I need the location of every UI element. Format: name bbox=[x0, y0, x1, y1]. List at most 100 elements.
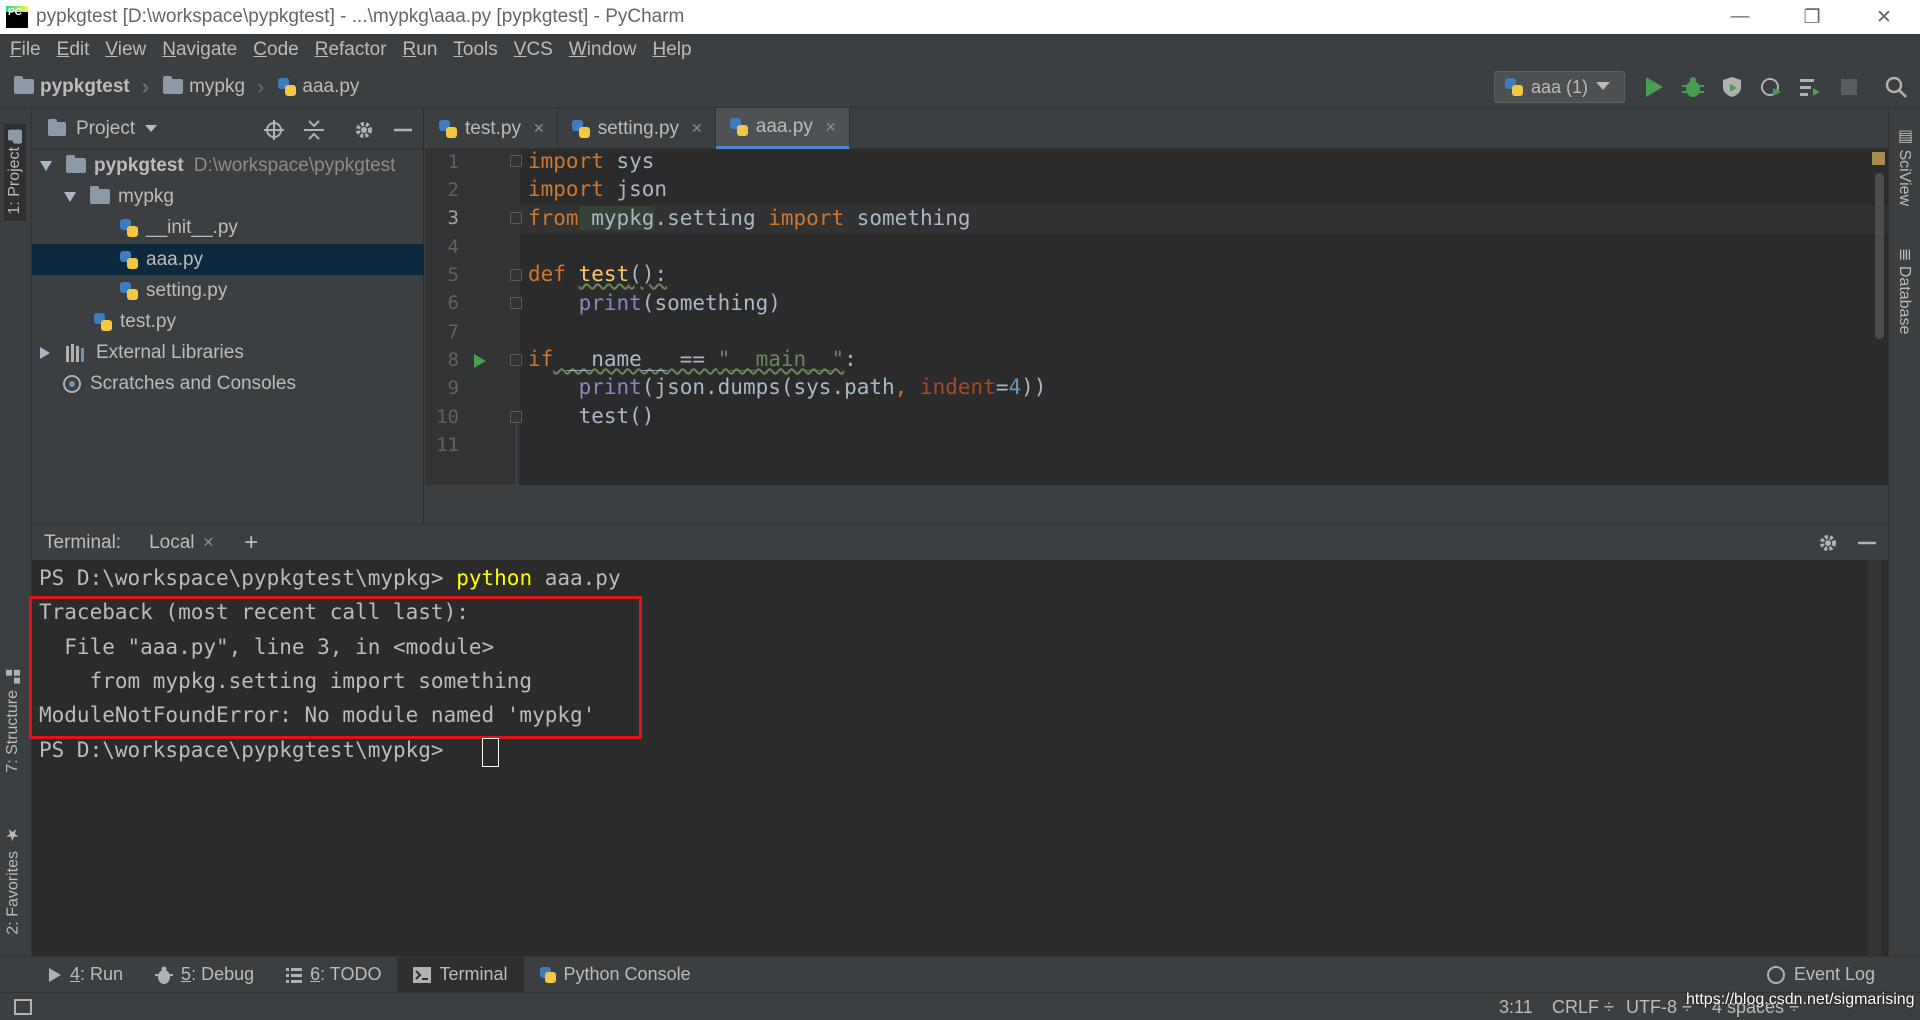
terminal-tab-local[interactable]: Local bbox=[149, 532, 194, 554]
tool-tab-todo[interactable]: 6: TODO bbox=[270, 957, 397, 993]
python-icon bbox=[1505, 78, 1523, 96]
line-number: 4 bbox=[447, 236, 459, 258]
tool-tab-sciview[interactable]: ▤ SciView bbox=[1895, 126, 1914, 206]
menu-edit[interactable]: Edit bbox=[49, 39, 98, 61]
menu-window[interactable]: Window bbox=[561, 39, 645, 61]
collapse-all-icon[interactable] bbox=[304, 120, 324, 140]
tree-item-label: setting.py bbox=[146, 279, 228, 301]
tree-item-setting-py[interactable]: setting.py bbox=[32, 275, 424, 306]
folder-icon bbox=[8, 130, 22, 141]
profile-button[interactable] bbox=[1759, 75, 1783, 99]
minimize-button[interactable]: — bbox=[1704, 0, 1776, 34]
fold-marker-icon[interactable] bbox=[510, 212, 522, 224]
code-editor[interactable]: 1 2 3 4 5 6 7 8 9 10 11 import sys impor… bbox=[425, 149, 1888, 485]
fold-marker-icon[interactable] bbox=[510, 354, 522, 366]
fold-marker-icon[interactable] bbox=[510, 155, 522, 167]
line-number: 7 bbox=[447, 321, 459, 343]
close-tab-icon[interactable]: ✕ bbox=[203, 534, 215, 551]
gear-icon[interactable] bbox=[1818, 533, 1838, 553]
menu-file[interactable]: File bbox=[2, 39, 49, 61]
terminal-header: Terminal: Local ✕ + bbox=[32, 524, 1888, 560]
editor-tab-setting-py[interactable]: setting.py ✕ bbox=[558, 108, 716, 149]
python-file-icon bbox=[120, 281, 138, 300]
breadcrumb-separator-icon: › bbox=[141, 73, 150, 99]
run-with-coverage-button[interactable] bbox=[1720, 75, 1744, 99]
editor-tab-aaa-py[interactable]: aaa.py ✕ bbox=[715, 108, 850, 149]
search-everywhere-button[interactable] bbox=[1884, 75, 1908, 99]
tree-item-aaa-py[interactable]: aaa.py bbox=[32, 244, 424, 275]
folder-icon bbox=[14, 76, 34, 94]
tool-tab-favorites[interactable]: 2: Favorites ★ bbox=[4, 826, 23, 935]
tool-tab-structure[interactable]: 7: Structure bbox=[4, 670, 22, 773]
breadcrumb-file[interactable]: aaa.py bbox=[264, 76, 359, 98]
menu-navigate[interactable]: Navigate bbox=[154, 39, 245, 61]
project-panel: Project pypkgtest D:\workspace\pypkgtest… bbox=[32, 108, 424, 524]
breadcrumb-project[interactable]: pypkgtest › bbox=[0, 74, 149, 100]
stop-icon bbox=[1841, 79, 1857, 95]
editor-tab-test-py[interactable]: test.py ✕ bbox=[425, 108, 558, 149]
tool-tab-python-console[interactable]: Python Console bbox=[524, 957, 707, 993]
tree-item-scratches[interactable]: Scratches and Consoles bbox=[32, 368, 424, 399]
menu-view[interactable]: View bbox=[97, 39, 154, 61]
shield-icon bbox=[1723, 77, 1741, 97]
stop-button[interactable] bbox=[1837, 75, 1861, 99]
project-view-select[interactable]: Project bbox=[76, 118, 135, 140]
tree-item-external-libraries[interactable]: External Libraries bbox=[32, 337, 424, 368]
run-configuration-select[interactable]: aaa (1) bbox=[1494, 71, 1625, 103]
tree-item-mypkg[interactable]: mypkg bbox=[32, 181, 424, 212]
run-button[interactable] bbox=[1642, 75, 1666, 99]
close-tab-icon[interactable]: ✕ bbox=[533, 120, 545, 137]
tree-item-label: mypkg bbox=[118, 185, 174, 207]
breadcrumb-package[interactable]: mypkg › bbox=[149, 74, 264, 100]
toggle-tool-windows-icon[interactable] bbox=[14, 999, 32, 1015]
pycharm-logo-icon bbox=[6, 6, 28, 28]
inspection-status-icon[interactable] bbox=[1872, 152, 1885, 165]
project-panel-header: Project bbox=[32, 108, 423, 150]
new-terminal-button[interactable]: + bbox=[244, 529, 258, 557]
python-file-icon bbox=[120, 250, 138, 269]
menu-run[interactable]: Run bbox=[395, 39, 446, 61]
encoding-select[interactable]: UTF-8 ÷ bbox=[1626, 997, 1692, 1018]
debug-button[interactable] bbox=[1681, 75, 1705, 99]
tool-tab-terminal[interactable]: Terminal bbox=[397, 956, 524, 993]
fold-marker-icon[interactable] bbox=[510, 269, 522, 281]
concurrency-button[interactable] bbox=[1798, 75, 1822, 99]
code-line-9: print(json.dumps(sys.path, indent=4)) bbox=[578, 375, 1047, 399]
tool-tab-project[interactable]: 1: Project bbox=[4, 124, 26, 221]
play-icon bbox=[1646, 77, 1663, 97]
close-tab-icon[interactable]: ✕ bbox=[825, 119, 837, 136]
menu-vcs[interactable]: VCS bbox=[506, 39, 561, 61]
tree-item-test-py[interactable]: test.py bbox=[32, 306, 424, 337]
run-gutter-icon[interactable] bbox=[473, 353, 487, 369]
tool-tab-run[interactable]: 4: Run bbox=[32, 957, 139, 993]
error-highlight-box bbox=[29, 596, 642, 739]
line-number: 1 bbox=[447, 151, 459, 173]
caret-position[interactable]: 3:11 bbox=[1499, 997, 1533, 1018]
list-icon bbox=[286, 967, 303, 983]
terminal-scrollbar[interactable] bbox=[1868, 560, 1882, 956]
minimize-panel-icon[interactable] bbox=[1858, 533, 1876, 553]
tree-item-init-py[interactable]: __init__.py bbox=[32, 212, 424, 243]
event-log-button[interactable]: Event Log bbox=[1750, 957, 1891, 993]
folder-icon bbox=[66, 155, 86, 173]
terminal-cursor bbox=[482, 738, 499, 767]
tree-item-project-root[interactable]: pypkgtest D:\workspace\pypkgtest bbox=[32, 150, 424, 181]
gear-icon[interactable] bbox=[354, 120, 374, 140]
line-separator-select[interactable]: CRLF ÷ bbox=[1552, 997, 1614, 1018]
chevron-down-icon[interactable] bbox=[145, 124, 158, 133]
menu-tools[interactable]: Tools bbox=[445, 39, 505, 61]
minimize-panel-icon[interactable] bbox=[394, 120, 412, 140]
tool-tab-project-label: 1: Project bbox=[6, 147, 23, 215]
menu-help[interactable]: Help bbox=[644, 39, 699, 61]
tool-tab-debug[interactable]: 5: Debug bbox=[139, 957, 270, 993]
menu-refactor[interactable]: Refactor bbox=[307, 39, 395, 61]
editor-scrollbar[interactable] bbox=[1875, 173, 1884, 339]
menu-code[interactable]: Code bbox=[245, 39, 306, 61]
fold-marker-icon[interactable] bbox=[510, 297, 522, 309]
restore-button[interactable]: ❐ bbox=[1776, 0, 1848, 34]
tool-tab-database[interactable]: ≣ Database bbox=[1895, 248, 1914, 334]
locate-icon[interactable] bbox=[264, 120, 284, 140]
close-button[interactable]: ✕ bbox=[1848, 0, 1920, 34]
close-tab-icon[interactable]: ✕ bbox=[691, 120, 703, 137]
python-file-icon bbox=[94, 312, 112, 331]
